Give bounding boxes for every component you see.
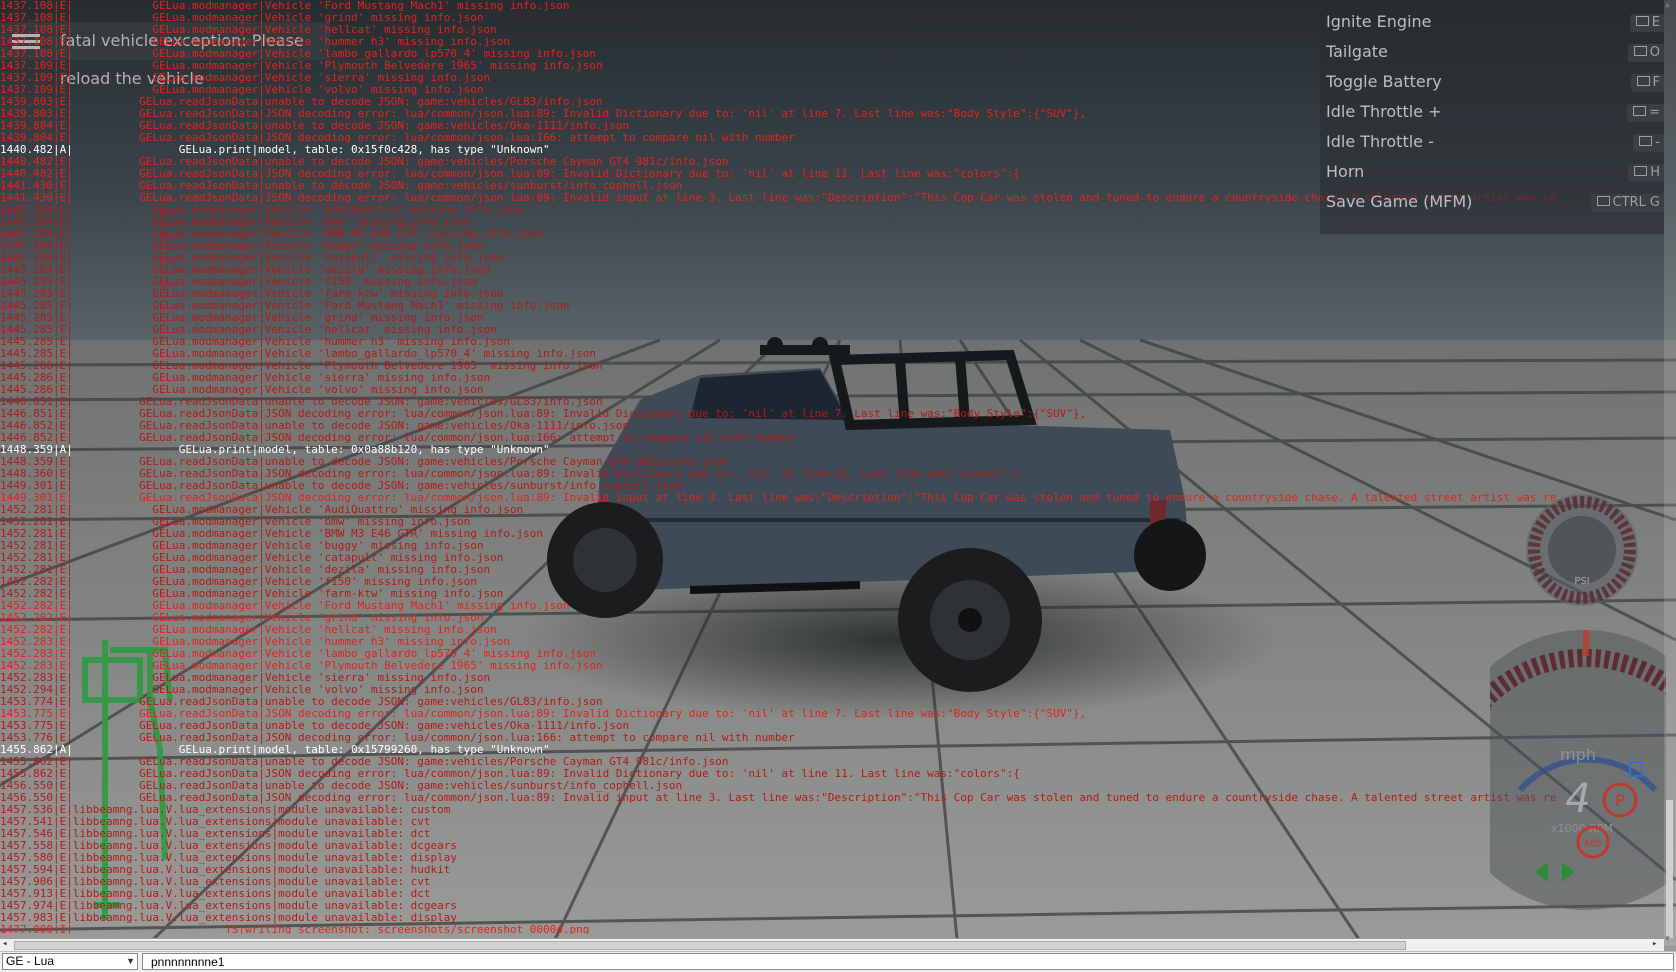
keyboard-icon <box>1635 16 1649 26</box>
speed-unit: mph <box>1560 745 1596 764</box>
scroll-up-icon[interactable]: ▲ <box>1665 0 1670 10</box>
action-label: Toggle Battery <box>1326 72 1442 91</box>
keyboard-icon <box>1633 46 1647 56</box>
keyboard-icon <box>1633 106 1647 116</box>
action-item[interactable]: Idle Throttle + = <box>1320 96 1664 128</box>
action-label: Save Game (MFM) <box>1326 192 1473 211</box>
action-item[interactable]: Idle Throttle - - <box>1320 126 1664 158</box>
action-label: Idle Throttle + <box>1326 102 1442 121</box>
scroll-right-icon[interactable]: ▸ <box>1652 939 1657 950</box>
action-item[interactable]: Horn H <box>1320 156 1664 188</box>
keyboard-icon <box>1639 136 1653 146</box>
keybinding-key: F <box>1652 75 1660 90</box>
keybinding-key: - <box>1655 135 1660 150</box>
scroll-down-icon[interactable]: ▼ <box>1665 934 1670 944</box>
keyboard-icon <box>1634 166 1648 176</box>
command-input[interactable] <box>142 953 1674 970</box>
keybinding-key: CTRL G <box>1612 195 1661 210</box>
action-label: Ignite Engine <box>1326 12 1432 31</box>
tachometer: mph 4 x1000 RPM P ABS <box>1436 630 1676 910</box>
console-footer: GE - Lua ▼ <box>0 951 1676 972</box>
boost-gauge: PSI <box>1526 494 1638 606</box>
abs-indicator: ABS <box>1584 839 1602 849</box>
keybinding-key: E <box>1651 15 1660 30</box>
action-menu: Ignite Engine E Tailgate O Toggle Battery F Id… <box>1320 0 1664 234</box>
scroll-left-icon[interactable]: ◂ <box>2 939 7 950</box>
keybinding-badge: - <box>1633 134 1664 152</box>
action-item[interactable]: Save Game (MFM) CTRL G <box>1320 186 1664 218</box>
action-label: Horn <box>1326 162 1365 181</box>
action-item[interactable]: Tailgate O <box>1320 36 1664 68</box>
action-item[interactable]: Ignite Engine E <box>1320 6 1664 38</box>
keybinding-key: O <box>1649 45 1660 60</box>
keyboard-icon <box>1596 196 1610 206</box>
gear-indicator: 4 <box>1565 776 1590 822</box>
psi-label: PSI <box>1574 576 1589 587</box>
context-select[interactable]: GE - Lua ▼ <box>2 953 138 970</box>
console-horizontal-scrollbar[interactable]: ◂ ▸ <box>0 938 1664 951</box>
context-select-value: GE - Lua <box>6 954 55 968</box>
horizontal-scroll-thumb[interactable] <box>14 941 1406 950</box>
keybinding-key: = <box>1649 105 1660 120</box>
action-label: Tailgate <box>1326 42 1388 61</box>
action-item[interactable]: Toggle Battery F <box>1320 66 1664 98</box>
park-indicator: P <box>1615 791 1625 810</box>
console-vertical-scrollbar[interactable]: ▲ ▼ <box>1664 0 1676 946</box>
action-label: Idle Throttle - <box>1326 132 1434 151</box>
keybinding-badge: O <box>1627 44 1664 62</box>
keybinding-badge: E <box>1629 14 1664 32</box>
keyboard-icon <box>1636 76 1650 86</box>
keybinding-badge: CTRL G <box>1590 194 1664 212</box>
log-line: 1477.008|I| TS|writing screenshot: scree… <box>0 923 590 935</box>
keybinding-key: H <box>1650 165 1660 180</box>
chevron-down-icon[interactable]: ▼ <box>126 954 135 969</box>
keybinding-badge: F <box>1630 74 1664 92</box>
vertical-scroll-thumb[interactable] <box>1666 800 1673 938</box>
keybinding-badge: = <box>1627 104 1664 122</box>
vehicle-gauges: PSI mph 4 x1000 RPM P ABS <box>1436 490 1676 950</box>
keybinding-badge: H <box>1628 164 1664 182</box>
